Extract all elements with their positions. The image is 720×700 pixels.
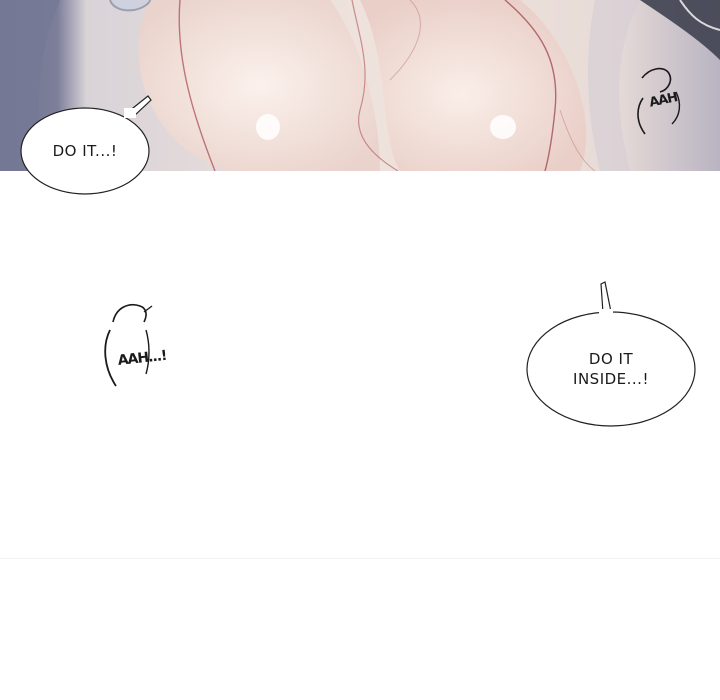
speech-text-line-2: INSIDE...! [573,370,649,388]
speech-bubble-do-it: DO IT...! [22,108,148,194]
sound-effect-aah-trailing: AAH...! [117,347,168,369]
speech-text-line-1: DO IT [588,349,634,368]
speech-tail [600,281,612,314]
comic-page: DO IT...! AAH AAH...! DO IT INSIDE...! [0,0,720,700]
speech-text: DO IT...! [52,141,118,160]
speech-bubble-do-it-inside: DO IT INSIDE...! [527,312,695,426]
panel-divider [0,558,720,559]
